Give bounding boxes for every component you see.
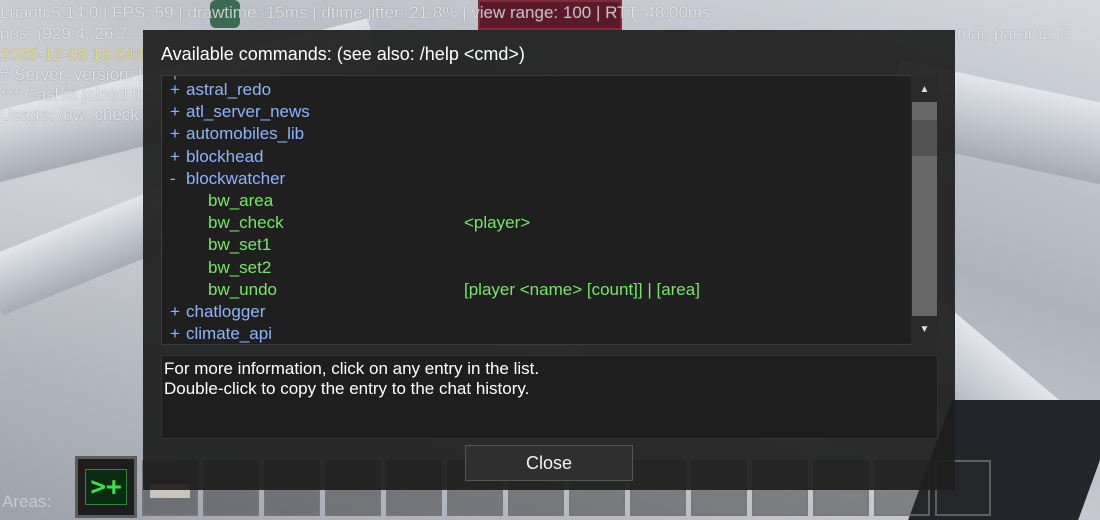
hotbar-slot-selected[interactable]: >+ — [75, 456, 137, 518]
chat-message-join: *** Cashia joined th — [0, 85, 147, 104]
expand-toggle: + — [170, 324, 180, 344]
list-item-mod[interactable]: + chatlogger — [162, 301, 911, 323]
list-item-mod[interactable]: + atl_server_news — [162, 101, 911, 123]
areas-hud-label: Areas: — [2, 492, 52, 511]
list-item-command[interactable]: bw_area — [162, 190, 911, 212]
info-line-1: For more information, click on any entry… — [164, 359, 540, 378]
list-item-mod[interactable]: - blockwatcher — [162, 168, 911, 190]
debug-info-line: Luanti 5.14.0 | FPS: 59 | drawtime: 15ms… — [0, 3, 711, 22]
command-name: bw_undo — [208, 279, 278, 299]
mod-name: atl_server_news — [186, 102, 310, 122]
command-name: bw_area — [208, 191, 274, 210]
scroll-thumb[interactable] — [912, 120, 937, 156]
command-args: [player <name> [count]] | [area] — [464, 279, 700, 299]
chat-message-server-version: # Server: version: L — [0, 65, 148, 84]
param-info-line: mal, param2: 0 — [957, 24, 1071, 43]
triangle-up-icon: ▲ — [919, 83, 930, 95]
list-item-mod[interactable]: + blockhead — [162, 146, 911, 168]
triangle-down-icon: ▼ — [919, 323, 930, 335]
help-info-box: For more information, click on any entry… — [161, 355, 938, 439]
expand-toggle: + — [170, 80, 180, 99]
chat-timestamp: 2025-12-08 15:04:5 — [0, 45, 149, 64]
list-item-mod[interactable]: + climate_api — [162, 323, 911, 344]
commands-list[interactable]: + + astral_redo + atl_server_news + automobil… — [161, 75, 912, 345]
list-item-mod[interactable]: + automobiles_lib — [162, 123, 911, 145]
command-name: bw_set1 — [208, 235, 272, 255]
list-item-command[interactable]: bw_undo [player <name> [count]] | [area] — [162, 279, 911, 301]
mod-name: astral_redo — [186, 80, 272, 99]
position-info-line: pos: (929.4, 26.7, ... — [0, 24, 152, 43]
list-item-command[interactable]: bw_set1 — [162, 234, 911, 256]
expand-toggle: + — [170, 102, 180, 122]
commands-dialog: Available commands: (see also: /help <cm… — [143, 30, 955, 490]
dialog-title: Available commands: (see also: /help <cm… — [161, 44, 525, 64]
mod-name: blockwatcher — [186, 168, 286, 188]
list-scrollbar[interactable]: ▲ ▼ — [911, 75, 938, 343]
close-button[interactable]: Close — [465, 445, 633, 481]
terminal-icon: >+ — [85, 469, 127, 505]
command-args: <player> — [464, 213, 531, 233]
mod-name: climate_api — [186, 324, 272, 344]
expand-toggle: - — [170, 168, 176, 188]
expand-toggle: + — [170, 302, 180, 321]
command-name: bw_check — [208, 213, 284, 233]
scroll-up-button[interactable]: ▲ — [912, 76, 937, 102]
mod-name: chatlogger — [186, 302, 266, 321]
expand-toggle: + — [170, 146, 180, 166]
list-item-mod[interactable]: + astral_redo — [162, 79, 911, 101]
scroll-down-button[interactable]: ▼ — [912, 316, 937, 342]
info-line-2: Double-click to copy the entry to the ch… — [164, 379, 530, 398]
list-item-command[interactable]: bw_check <player> — [162, 212, 911, 234]
expand-toggle: + — [170, 124, 180, 144]
scroll-track[interactable] — [912, 102, 937, 316]
mod-name: automobiles_lib — [186, 124, 305, 144]
chat-message-usage: Usage: /bw_check — [0, 105, 139, 124]
mod-name: blockhead — [186, 146, 264, 166]
command-name: bw_set2 — [208, 257, 272, 277]
list-item-command[interactable]: bw_set2 — [162, 257, 911, 279]
